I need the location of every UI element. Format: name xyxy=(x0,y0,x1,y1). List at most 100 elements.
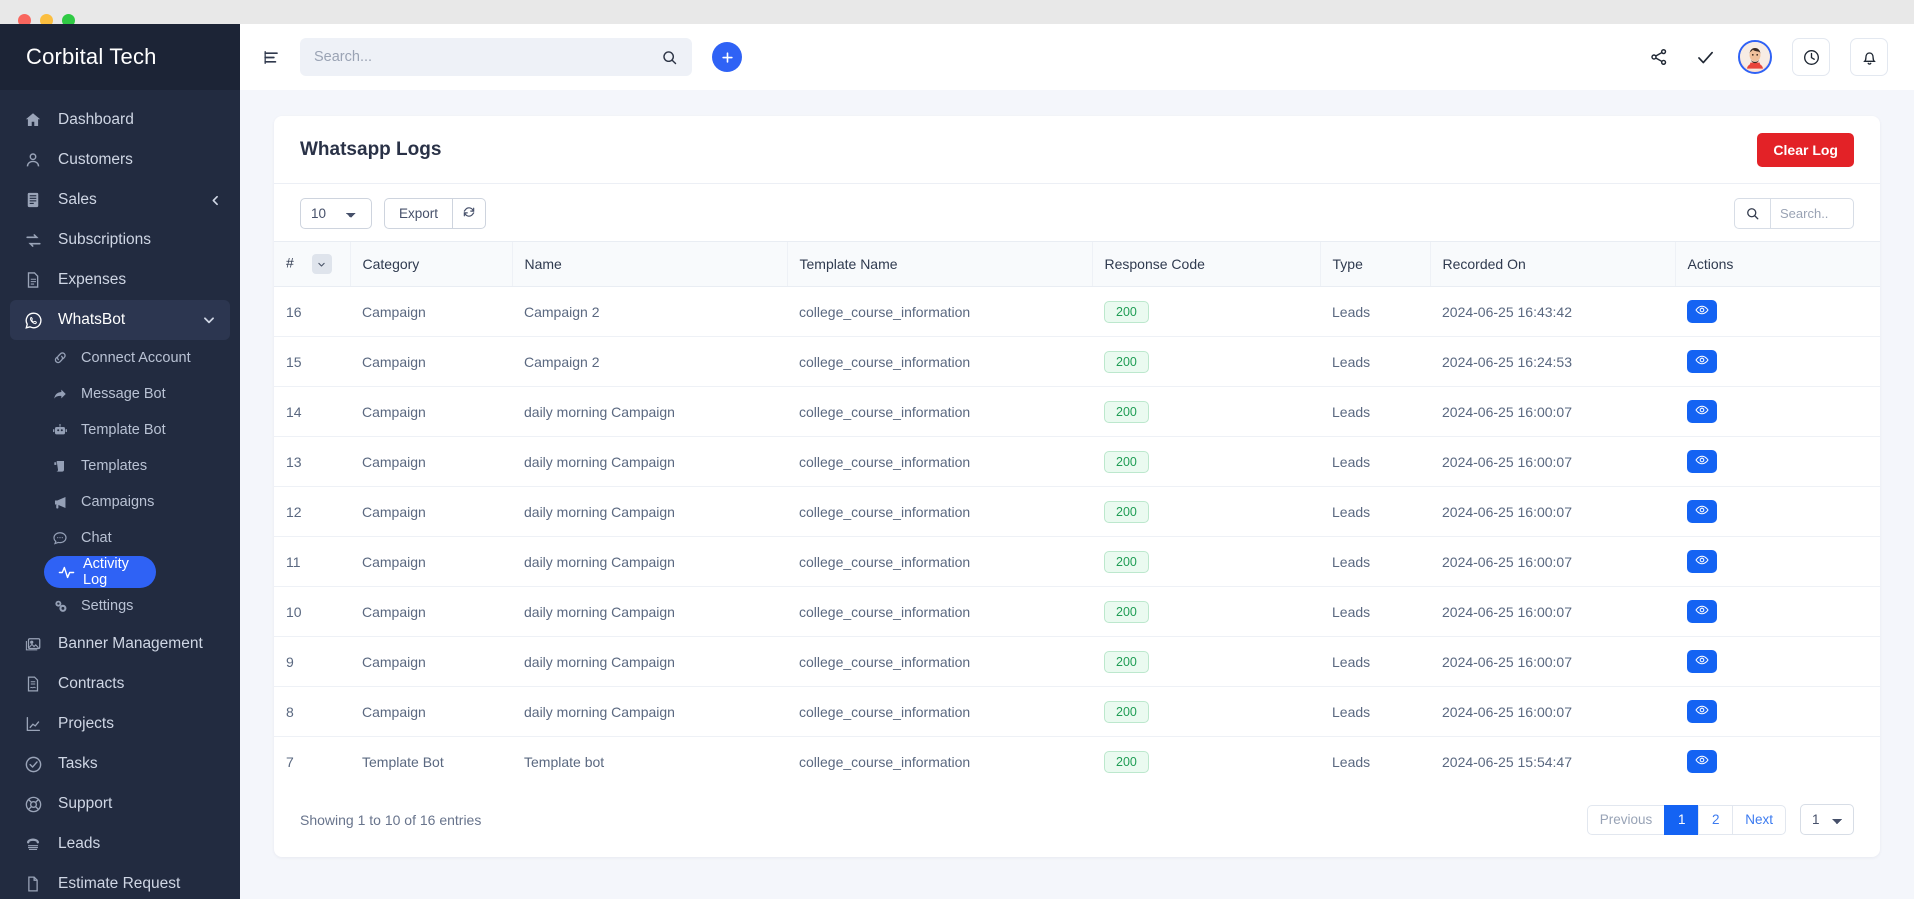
cell-response-code: 200 xyxy=(1092,636,1320,687)
chevron-down-icon[interactable] xyxy=(202,313,216,327)
cell-name: daily morning Campaign xyxy=(512,536,787,587)
column-header-index[interactable]: # xyxy=(274,241,350,287)
cell-recorded-on: 2024-06-25 16:00:07 xyxy=(1430,586,1675,637)
view-row-button[interactable] xyxy=(1687,450,1717,473)
sidebar-item-tasks[interactable]: Tasks xyxy=(0,744,240,784)
cell-recorded-on: 2024-06-25 16:00:07 xyxy=(1430,486,1675,537)
sidebar-subitem-label: Campaigns xyxy=(81,494,155,510)
cell-name: daily morning Campaign xyxy=(512,686,787,737)
clock-icon[interactable] xyxy=(1792,38,1830,76)
page-jump-select[interactable]: 12 xyxy=(1800,804,1854,835)
refresh-button[interactable] xyxy=(452,198,487,229)
sidebar: Corbital Tech Dashboard Customers Sales … xyxy=(0,24,240,899)
global-search[interactable] xyxy=(300,38,692,76)
sidebar-item-label: Banner Management xyxy=(58,635,203,652)
sidebar-item-contracts[interactable]: Contracts xyxy=(0,664,240,704)
cell-index: 13 xyxy=(274,436,350,487)
sidebar-subitem-chat[interactable]: Chat xyxy=(0,520,240,556)
view-row-button[interactable] xyxy=(1687,650,1717,673)
sidebar-subitem-campaigns[interactable]: Campaigns xyxy=(0,484,240,520)
megaphone-icon xyxy=(50,492,70,512)
clear-log-button[interactable]: Clear Log xyxy=(1757,132,1854,167)
cell-recorded-on: 2024-06-25 16:00:07 xyxy=(1430,436,1675,487)
cell-index: 11 xyxy=(274,536,350,587)
bell-icon[interactable] xyxy=(1850,38,1888,76)
column-header-template-name[interactable]: Template Name xyxy=(786,241,1092,287)
sidebar-nav: Dashboard Customers Sales Subscriptions … xyxy=(0,90,240,899)
sidebar-subitem-connect-account[interactable]: Connect Account xyxy=(0,340,240,376)
add-new-button[interactable] xyxy=(712,42,742,72)
sidebar-item-label: Support xyxy=(58,795,113,812)
column-header-recorded-on[interactable]: Recorded On xyxy=(1429,241,1675,287)
share-icon[interactable] xyxy=(1646,44,1672,70)
cell-template-name: college_course_information xyxy=(799,753,971,770)
sidebar-toggle-icon[interactable] xyxy=(258,44,284,70)
sidebar-item-expenses[interactable]: Expenses xyxy=(0,260,240,300)
page-length-select[interactable]: 102550100 xyxy=(300,198,372,229)
status-badge: 200 xyxy=(1104,550,1149,573)
pagination-page-2[interactable]: 2 xyxy=(1698,804,1733,835)
sort-toggle-icon[interactable] xyxy=(311,254,332,274)
cell-type: Leads xyxy=(1320,436,1430,487)
sidebar-item-banner-management[interactable]: Banner Management xyxy=(0,624,240,664)
chevron-left-icon[interactable] xyxy=(209,194,222,207)
sidebar-subitem-templates[interactable]: Templates xyxy=(0,448,240,484)
sidebar-item-dashboard[interactable]: Dashboard xyxy=(0,100,240,140)
sidebar-item-label: Leads xyxy=(58,835,101,852)
status-badge: 200 xyxy=(1104,700,1149,723)
sidebar-subitem-settings[interactable]: Settings xyxy=(0,588,240,624)
sidebar-item-whatsbot[interactable]: WhatsBot xyxy=(10,300,230,340)
column-header-name[interactable]: Name xyxy=(511,241,787,287)
browser-window: Corbital Tech Dashboard Customers Sales … xyxy=(0,0,1914,899)
pagination-next[interactable]: Next xyxy=(1732,804,1786,835)
cell-response-code: 200 xyxy=(1092,436,1320,487)
document-icon xyxy=(22,269,44,291)
sidebar-item-label: Dashboard xyxy=(58,111,134,128)
search-icon[interactable] xyxy=(661,49,678,66)
avatar[interactable] xyxy=(1738,40,1772,74)
cell-name: daily morning Campaign xyxy=(512,636,787,687)
table-search-input[interactable] xyxy=(1770,198,1854,229)
cell-index: 12 xyxy=(274,486,350,537)
view-row-button[interactable] xyxy=(1687,600,1717,623)
brand-logo[interactable]: Corbital Tech xyxy=(0,24,240,90)
cell-name: daily morning Campaign xyxy=(512,486,787,537)
view-row-button[interactable] xyxy=(1687,500,1717,523)
cell-recorded-on: 2024-06-25 16:00:07 xyxy=(1430,686,1675,737)
pagination-previous[interactable]: Previous xyxy=(1586,804,1665,835)
check-icon[interactable] xyxy=(1692,44,1718,70)
whatsapp-logs-table: # Category Name Template Name Response C… xyxy=(274,241,1880,786)
sidebar-item-label: Projects xyxy=(58,715,114,732)
view-row-button[interactable] xyxy=(1687,700,1717,723)
chat-bubble-icon xyxy=(50,528,70,548)
eye-icon xyxy=(1695,553,1709,570)
view-row-button[interactable] xyxy=(1687,300,1717,323)
sidebar-item-estimate-request[interactable]: Estimate Request xyxy=(0,864,240,899)
view-row-button[interactable] xyxy=(1687,550,1717,573)
table-row: 8 Campaign daily morning Campaign college_c… xyxy=(274,686,1880,737)
table-search-icon[interactable] xyxy=(1734,198,1770,229)
sidebar-item-support[interactable]: Support xyxy=(0,784,240,824)
sidebar-item-subscriptions[interactable]: Subscriptions xyxy=(0,220,240,260)
column-header-category[interactable]: Category xyxy=(349,241,512,287)
sidebar-subitem-activity-log[interactable]: Activity Log xyxy=(44,556,156,588)
table-row: 9 Campaign daily morning Campaign college_c… xyxy=(274,636,1880,687)
export-button[interactable]: Export xyxy=(384,198,453,229)
view-row-button[interactable] xyxy=(1687,400,1717,423)
sidebar-item-sales[interactable]: Sales xyxy=(0,180,240,220)
sidebar-item-projects[interactable]: Projects xyxy=(0,704,240,744)
sidebar-item-customers[interactable]: Customers xyxy=(0,140,240,180)
search-input[interactable] xyxy=(314,49,661,65)
main-area: Whatsapp Logs Clear Log 102550100 Export xyxy=(240,24,1914,899)
sidebar-subitem-message-bot[interactable]: Message Bot xyxy=(0,376,240,412)
sidebar-item-leads[interactable]: Leads xyxy=(0,824,240,864)
column-header-response-code[interactable]: Response Code xyxy=(1091,241,1320,287)
cell-type: Leads xyxy=(1320,386,1430,437)
column-header-type[interactable]: Type xyxy=(1319,241,1430,287)
pagination-page-1[interactable]: 1 xyxy=(1664,804,1699,835)
view-row-button[interactable] xyxy=(1687,750,1717,773)
sidebar-subitem-template-bot[interactable]: Template Bot xyxy=(0,412,240,448)
cell-index: 16 xyxy=(274,286,350,337)
cell-type: Leads xyxy=(1320,336,1430,387)
view-row-button[interactable] xyxy=(1687,350,1717,373)
